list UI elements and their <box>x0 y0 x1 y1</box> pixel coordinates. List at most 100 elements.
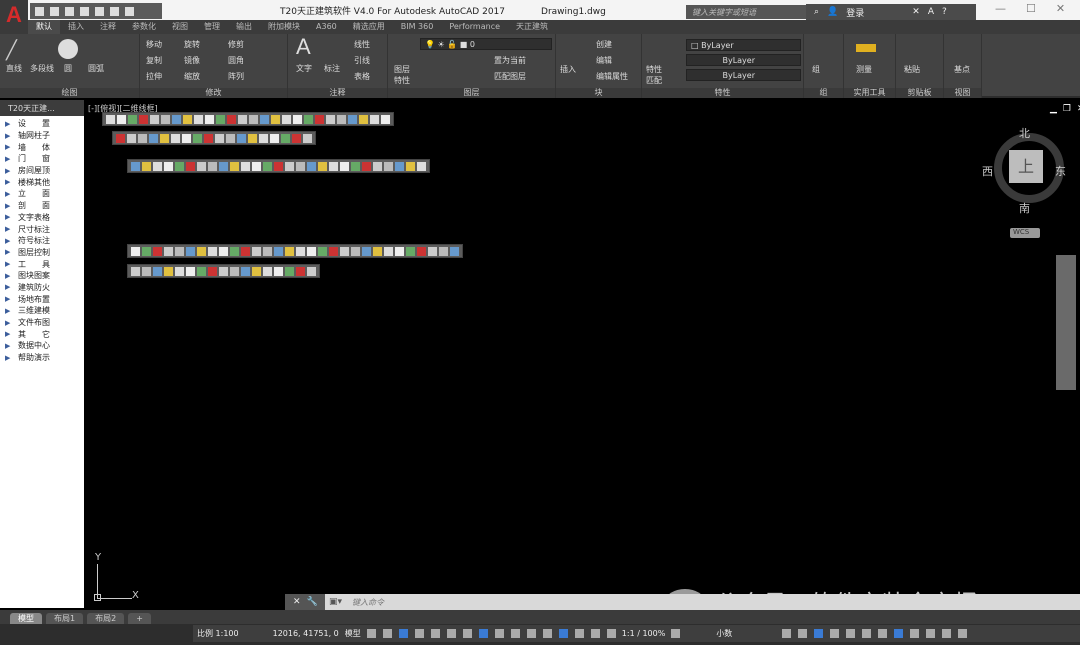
toolbar-tool-icon[interactable] <box>304 114 313 124</box>
toolbar-tool-icon[interactable] <box>259 133 268 143</box>
toolbar-tool-icon[interactable] <box>274 161 283 171</box>
panel-label-utilities[interactable]: 实用工具 <box>844 88 895 98</box>
toolbar-tool-icon[interactable] <box>285 246 294 256</box>
toolbar-tool-icon[interactable] <box>197 246 206 256</box>
toolbar-tool-icon[interactable] <box>326 114 335 124</box>
toolbar-tool-icon[interactable] <box>417 161 426 171</box>
toolbar-tool-icon[interactable] <box>238 114 247 124</box>
status-toggle-icon[interactable] <box>414 629 424 638</box>
toolbar-tool-icon[interactable] <box>230 246 239 256</box>
tab-0[interactable]: 默认 <box>28 20 60 34</box>
workspace-icon[interactable] <box>671 629 681 638</box>
toolbar-tool-icon[interactable] <box>252 246 261 256</box>
side-menu-item[interactable]: ▶ 符号标注 <box>0 235 84 247</box>
match-layer-button[interactable]: 匹配图层 <box>494 71 526 82</box>
status-toggle-icon[interactable] <box>478 629 488 638</box>
toolbar-tool-icon[interactable] <box>127 133 136 143</box>
wcs-menu[interactable]: WCS <box>1010 228 1040 238</box>
fillet-button[interactable]: 圆角 <box>228 55 244 66</box>
toolbar-tool-icon[interactable] <box>315 114 324 124</box>
polyline-button[interactable]: 多段线 <box>30 63 54 74</box>
scale-button[interactable]: 缩放 <box>184 71 200 82</box>
tangent-floating-toolbar[interactable] <box>102 112 394 126</box>
save-as-icon[interactable] <box>80 6 89 16</box>
panel-label-layers[interactable]: 图层 <box>388 88 555 98</box>
tangent-floating-toolbar[interactable] <box>127 244 463 258</box>
panel-label-modify[interactable]: 修改 <box>140 88 287 98</box>
tab-11[interactable]: Performance <box>441 20 508 34</box>
toolbar-tool-icon[interactable] <box>197 266 206 276</box>
scale-dropdown[interactable]: 比例 1:100 <box>197 628 239 639</box>
toolbar-tool-icon[interactable] <box>292 133 301 143</box>
side-menu-item[interactable]: ▶ 场地布置 <box>0 293 84 305</box>
create-block-button[interactable]: 创建 <box>596 39 612 50</box>
toolbar-tool-icon[interactable] <box>182 133 191 143</box>
toolbar-tool-icon[interactable] <box>384 246 393 256</box>
toolbar-tool-icon[interactable] <box>208 246 217 256</box>
status-toggle-icon[interactable] <box>782 629 792 638</box>
side-menu-item[interactable]: ▶ 数据中心 <box>0 340 84 352</box>
print-icon[interactable] <box>95 6 104 16</box>
close-icon[interactable]: ✕ <box>1056 2 1065 15</box>
toolbar-tool-icon[interactable] <box>142 161 151 171</box>
edit-block-button[interactable]: 编辑 <box>596 55 612 66</box>
toolbar-tool-icon[interactable] <box>282 114 291 124</box>
toolbar-tool-icon[interactable] <box>153 161 162 171</box>
toolbar-tool-icon[interactable] <box>359 114 368 124</box>
toolbar-tool-icon[interactable] <box>219 266 228 276</box>
toolbar-tool-icon[interactable] <box>296 161 305 171</box>
color-dropdown[interactable]: □ ByLayer <box>686 39 801 51</box>
status-toggle-icon[interactable] <box>366 629 376 638</box>
panel-label-block[interactable]: 块 <box>556 88 641 98</box>
toolbar-tool-icon[interactable] <box>362 161 371 171</box>
save-icon[interactable] <box>65 6 74 16</box>
side-menu-item[interactable]: ▶ 图层控制 <box>0 247 84 259</box>
toolbar-tool-icon[interactable] <box>348 114 357 124</box>
toolbar-tool-icon[interactable] <box>362 246 371 256</box>
units-dropdown[interactable]: 小数 <box>716 628 776 639</box>
circle-icon[interactable] <box>58 39 78 59</box>
panel-label-groups[interactable]: 组 <box>804 88 843 98</box>
toolbar-tool-icon[interactable] <box>381 114 390 124</box>
status-toggle-icon[interactable] <box>462 629 472 638</box>
toolbar-tool-icon[interactable] <box>406 246 415 256</box>
toolbar-tool-icon[interactable] <box>116 133 125 143</box>
lineweight-dropdown[interactable]: ByLayer <box>686 69 801 81</box>
line-button[interactable]: 直线 <box>6 63 22 74</box>
toolbar-tool-icon[interactable] <box>329 161 338 171</box>
tab-4[interactable]: 视图 <box>164 20 196 34</box>
toolbar-tool-icon[interactable] <box>139 114 148 124</box>
base-point-button[interactable]: 基点 <box>954 64 970 75</box>
toolbar-tool-icon[interactable] <box>439 246 448 256</box>
linetype-dropdown[interactable]: ByLayer <box>686 54 801 66</box>
side-menu-item[interactable]: ▶ 设 置 <box>0 118 84 130</box>
toolbar-tool-icon[interactable] <box>153 266 162 276</box>
toolbar-tool-icon[interactable] <box>450 246 459 256</box>
toolbar-tool-icon[interactable] <box>150 114 159 124</box>
side-menu-item[interactable]: ▶ 帮助演示 <box>0 352 84 364</box>
toolbar-tool-icon[interactable] <box>194 114 203 124</box>
panel-label-view[interactable]: 视图 <box>944 88 981 98</box>
mirror-button[interactable]: 镜像 <box>184 55 200 66</box>
exchange-icon[interactable]: ✕ <box>912 7 920 17</box>
toolbar-tool-icon[interactable] <box>274 246 283 256</box>
tab-3[interactable]: 参数化 <box>124 20 164 34</box>
toolbar-tool-icon[interactable] <box>186 246 195 256</box>
group-button[interactable]: 组 <box>812 64 820 75</box>
toolbar-tool-icon[interactable] <box>296 266 305 276</box>
toolbar-tool-icon[interactable] <box>175 246 184 256</box>
toolbar-tool-icon[interactable] <box>204 133 213 143</box>
linear-button[interactable]: 线性 <box>354 39 370 50</box>
toolbar-tool-icon[interactable] <box>307 161 316 171</box>
help-button[interactable]: ? <box>942 7 947 17</box>
text-icon[interactable]: A <box>296 34 311 60</box>
toolbar-tool-icon[interactable] <box>241 266 250 276</box>
arc-button[interactable]: 圆弧 <box>88 63 104 74</box>
compass-west[interactable]: 西 <box>982 163 993 179</box>
side-menu-item[interactable]: ▶ 其 它 <box>0 328 84 340</box>
status-toggle-icon[interactable] <box>590 629 600 638</box>
toolbar-tool-icon[interactable] <box>215 133 224 143</box>
status-toggle-icon[interactable] <box>558 629 568 638</box>
toolbar-tool-icon[interactable] <box>340 161 349 171</box>
restore-icon[interactable]: ❐ <box>1063 104 1071 114</box>
